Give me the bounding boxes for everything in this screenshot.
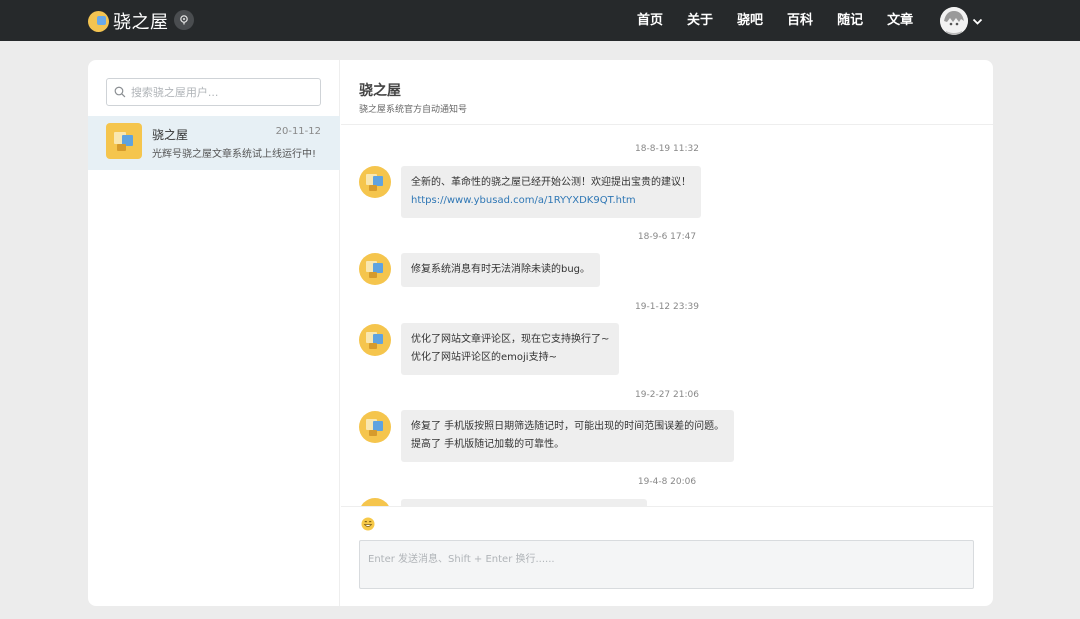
top-navbar: 骁之屋 首页 关于 骁吧 百科 随记 文章 xyxy=(0,0,1080,41)
message-timestamp: 19-2-27 21:06 xyxy=(635,390,699,400)
contact-avatar xyxy=(106,123,142,159)
message-list[interactable]: 18-8-19 11:32 全新的、革命性的骁之屋已经开始公测！欢迎提出宝贵的建… xyxy=(341,126,993,506)
user-avatar[interactable] xyxy=(940,7,968,35)
sender-avatar xyxy=(359,498,391,506)
smile-emoji-icon[interactable] xyxy=(361,517,375,531)
message-input[interactable] xyxy=(359,540,974,589)
chat-pane: 骁之屋 骁之屋系统官方自动通知号 18-8-19 11:32 全新的、革命性的骁… xyxy=(341,60,993,606)
nav-link-wiki[interactable]: 百科 xyxy=(775,0,825,41)
message-text: 优化了网站文章评论区，现在它支持换行了~ xyxy=(411,334,610,345)
message-text: 修复了 手机版按照日期筛选随记时，可能出现的时间范围误差的问题。 xyxy=(411,421,725,432)
message-timestamp: 19-4-8 20:06 xyxy=(637,477,697,487)
message-text: 优化了网站评论区的emoji支持~ xyxy=(411,352,557,363)
contact-sidebar: 骁之屋 20-11-12 光辉号骁之屋文章系统试上线运行中! xyxy=(88,60,340,606)
nav-link-about[interactable]: 关于 xyxy=(675,0,725,41)
user-menu[interactable] xyxy=(940,7,983,35)
message-center-card: 骁之屋 20-11-12 光辉号骁之屋文章系统试上线运行中! 骁之屋 骁之屋系统… xyxy=(88,60,993,606)
chat-header: 骁之屋 骁之屋系统官方自动通知号 xyxy=(341,60,993,125)
message-link[interactable]: https://www.ybusad.com/a/1RYYXDK9QT.htm xyxy=(411,192,691,210)
message-timestamp: 18-9-6 17:47 xyxy=(637,232,697,242)
sender-avatar xyxy=(359,166,391,198)
nav-link-articles[interactable]: 文章 xyxy=(875,0,925,41)
sender-avatar xyxy=(359,253,391,285)
brand[interactable]: 骁之屋 xyxy=(88,8,169,34)
message-text: 修复系统消息有时无法消除未读的bug。 xyxy=(411,264,591,275)
search-box[interactable] xyxy=(106,78,321,106)
chevron-down-icon[interactable] xyxy=(972,16,983,27)
brand-logo-icon xyxy=(88,10,109,32)
search-input[interactable] xyxy=(130,85,320,99)
message-bubble: 全新的、革命性的骁之屋已经开始公测！欢迎提出宝贵的建议！ https://www… xyxy=(401,166,701,218)
contact-name: 骁之屋 xyxy=(152,128,189,142)
chat-title: 骁之屋 xyxy=(359,83,401,99)
nav-link-forum[interactable]: 骁吧 xyxy=(725,0,775,41)
search-icon xyxy=(114,86,126,98)
message-bubble xyxy=(401,499,647,506)
contact-item[interactable]: 骁之屋 20-11-12 光辉号骁之屋文章系统试上线运行中! xyxy=(88,116,340,170)
message-bubble: 修复了 手机版按照日期筛选随记时，可能出现的时间范围误差的问题。 提高了 手机版… xyxy=(401,410,735,462)
message-bubble: 优化了网站文章评论区，现在它支持换行了~ 优化了网站评论区的emoji支持~ xyxy=(401,323,620,375)
sender-avatar xyxy=(359,411,391,443)
message-bubble: 修复系统消息有时无法消除未读的bug。 xyxy=(401,253,601,287)
sender-avatar xyxy=(359,324,391,356)
brand-name: 骁之屋 xyxy=(113,12,169,33)
message-timestamp: 18-8-19 11:32 xyxy=(635,144,699,154)
message-text: 提高了 手机版随记加载的可靠性。 xyxy=(411,439,565,450)
lightbulb-icon[interactable] xyxy=(174,10,194,30)
message-timestamp: 19-1-12 23:39 xyxy=(635,302,699,312)
message-composer xyxy=(341,506,993,606)
nav-link-home[interactable]: 首页 xyxy=(625,0,675,41)
contact-preview: 光辉号骁之屋文章系统试上线运行中! xyxy=(152,149,317,160)
message-text: 全新的、革命性的骁之屋已经开始公测！欢迎提出宝贵的建议！ xyxy=(411,177,691,188)
nav-links: 首页 关于 骁吧 百科 随记 文章 xyxy=(625,0,925,41)
chat-subtitle: 骁之屋系统官方自动通知号 xyxy=(359,105,468,115)
nav-link-notes[interactable]: 随记 xyxy=(825,0,875,41)
contact-date: 20-11-12 xyxy=(275,126,321,137)
